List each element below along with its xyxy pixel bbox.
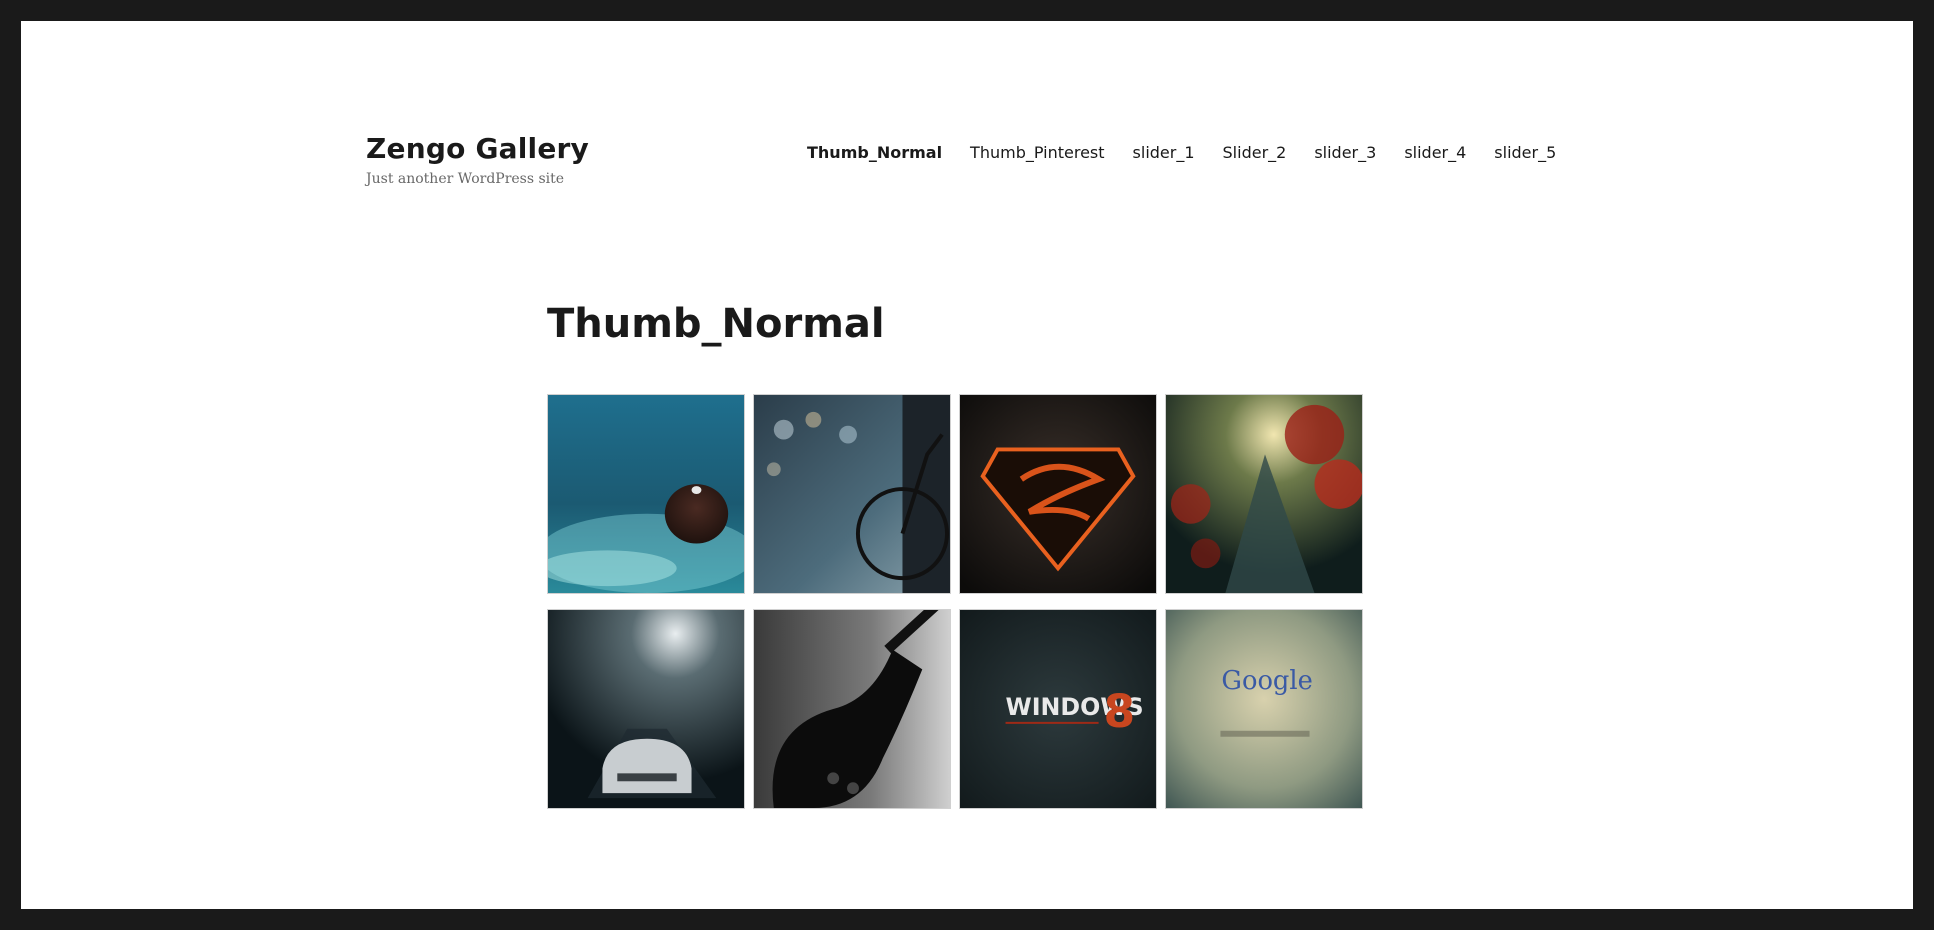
cupcake-image — [548, 395, 744, 593]
gallery-thumbnail-guitar[interactable] — [753, 609, 951, 809]
svg-text:8: 8 — [1104, 685, 1136, 738]
nav-item-slider-3[interactable]: slider_3 — [1314, 143, 1376, 162]
site-description: Just another WordPress site — [366, 171, 565, 187]
superman-logo-image — [960, 395, 1156, 593]
bicycle-image — [754, 395, 950, 593]
nav-item-thumb-pinterest[interactable]: Thumb_Pinterest — [970, 143, 1104, 162]
forest-path-image — [1166, 395, 1362, 593]
gallery-thumbnail-forest[interactable] — [1165, 394, 1363, 594]
gallery-thumbnail-windows8[interactable]: WINDOWS 8 — [959, 609, 1157, 809]
nav-item-slider-4[interactable]: slider_4 — [1404, 143, 1466, 162]
car-image — [548, 610, 744, 808]
page-title: Thumb_Normal — [547, 301, 885, 347]
nav-item-slider-5[interactable]: slider_5 — [1494, 143, 1556, 162]
nav-item-slider-1[interactable]: slider_1 — [1133, 143, 1195, 162]
nav-item-thumb-normal[interactable]: Thumb_Normal — [807, 143, 942, 162]
main-navigation: Thumb_Normal Thumb_Pinterest slider_1 Sl… — [807, 143, 1913, 162]
gallery-thumbnail-superman[interactable] — [959, 394, 1157, 594]
site-title[interactable]: Zengo Gallery — [366, 132, 589, 165]
thumbnail-gallery: WINDOWS 8 Google — [547, 394, 1363, 809]
google-image: Google — [1166, 610, 1362, 808]
gallery-thumbnail-cupcake[interactable] — [547, 394, 745, 594]
nav-item-slider-2[interactable]: Slider_2 — [1223, 143, 1287, 162]
guitar-image — [754, 610, 950, 808]
gallery-thumbnail-car[interactable] — [547, 609, 745, 809]
page: Zengo Gallery Just another WordPress sit… — [21, 21, 1913, 909]
gallery-thumbnail-bicycle[interactable] — [753, 394, 951, 594]
gallery-thumbnail-google[interactable]: Google — [1165, 609, 1363, 809]
svg-text:Google: Google — [1221, 666, 1312, 696]
windows-8-image: WINDOWS 8 — [960, 610, 1156, 808]
